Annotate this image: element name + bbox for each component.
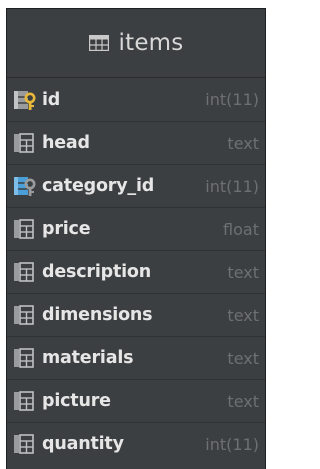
column-icon (12, 218, 38, 240)
column-icon (12, 347, 38, 369)
column-name: description (42, 262, 151, 282)
column-icon (12, 261, 38, 283)
column-list: id int(11) head text category_id int(11)… (7, 78, 265, 465)
column-type: int(11) (205, 176, 259, 196)
column-row-quantity[interactable]: quantity int(11) (7, 422, 265, 465)
column-icon (12, 304, 38, 326)
column-name: dimensions (42, 305, 153, 325)
column-row-materials[interactable]: materials text (7, 336, 265, 379)
table-name: items (118, 30, 184, 56)
column-row-id[interactable]: id int(11) (7, 78, 265, 121)
column-row-head[interactable]: head text (7, 121, 265, 164)
column-name: price (42, 219, 91, 239)
column-icon (12, 433, 38, 455)
column-type: float (223, 219, 259, 239)
table-grid-icon (88, 35, 109, 51)
column-type: text (227, 133, 259, 153)
column-name: category_id (42, 176, 155, 196)
table-header[interactable]: items (7, 9, 265, 78)
column-type: text (227, 348, 259, 368)
column-row-price[interactable]: price float (7, 207, 265, 250)
primary-key-column-icon (12, 89, 38, 111)
column-name: picture (42, 391, 111, 411)
column-name: id (42, 89, 61, 110)
foreign-key-column-icon (12, 175, 38, 197)
column-row-description[interactable]: description text (7, 250, 265, 293)
column-name: quantity (42, 434, 124, 454)
column-row-category-id[interactable]: category_id int(11) (7, 164, 265, 207)
column-type: int(11) (205, 90, 259, 109)
column-type: text (227, 262, 259, 282)
column-type: text (227, 305, 259, 325)
column-type: int(11) (205, 434, 259, 454)
column-row-dimensions[interactable]: dimensions text (7, 293, 265, 336)
column-type: text (227, 391, 259, 411)
column-name: head (42, 133, 90, 153)
column-name: materials (42, 348, 134, 368)
entity-table[interactable]: items id int(11) head text category_id i… (6, 8, 266, 469)
column-icon (12, 390, 38, 412)
column-icon (12, 132, 38, 154)
column-row-picture[interactable]: picture text (7, 379, 265, 422)
